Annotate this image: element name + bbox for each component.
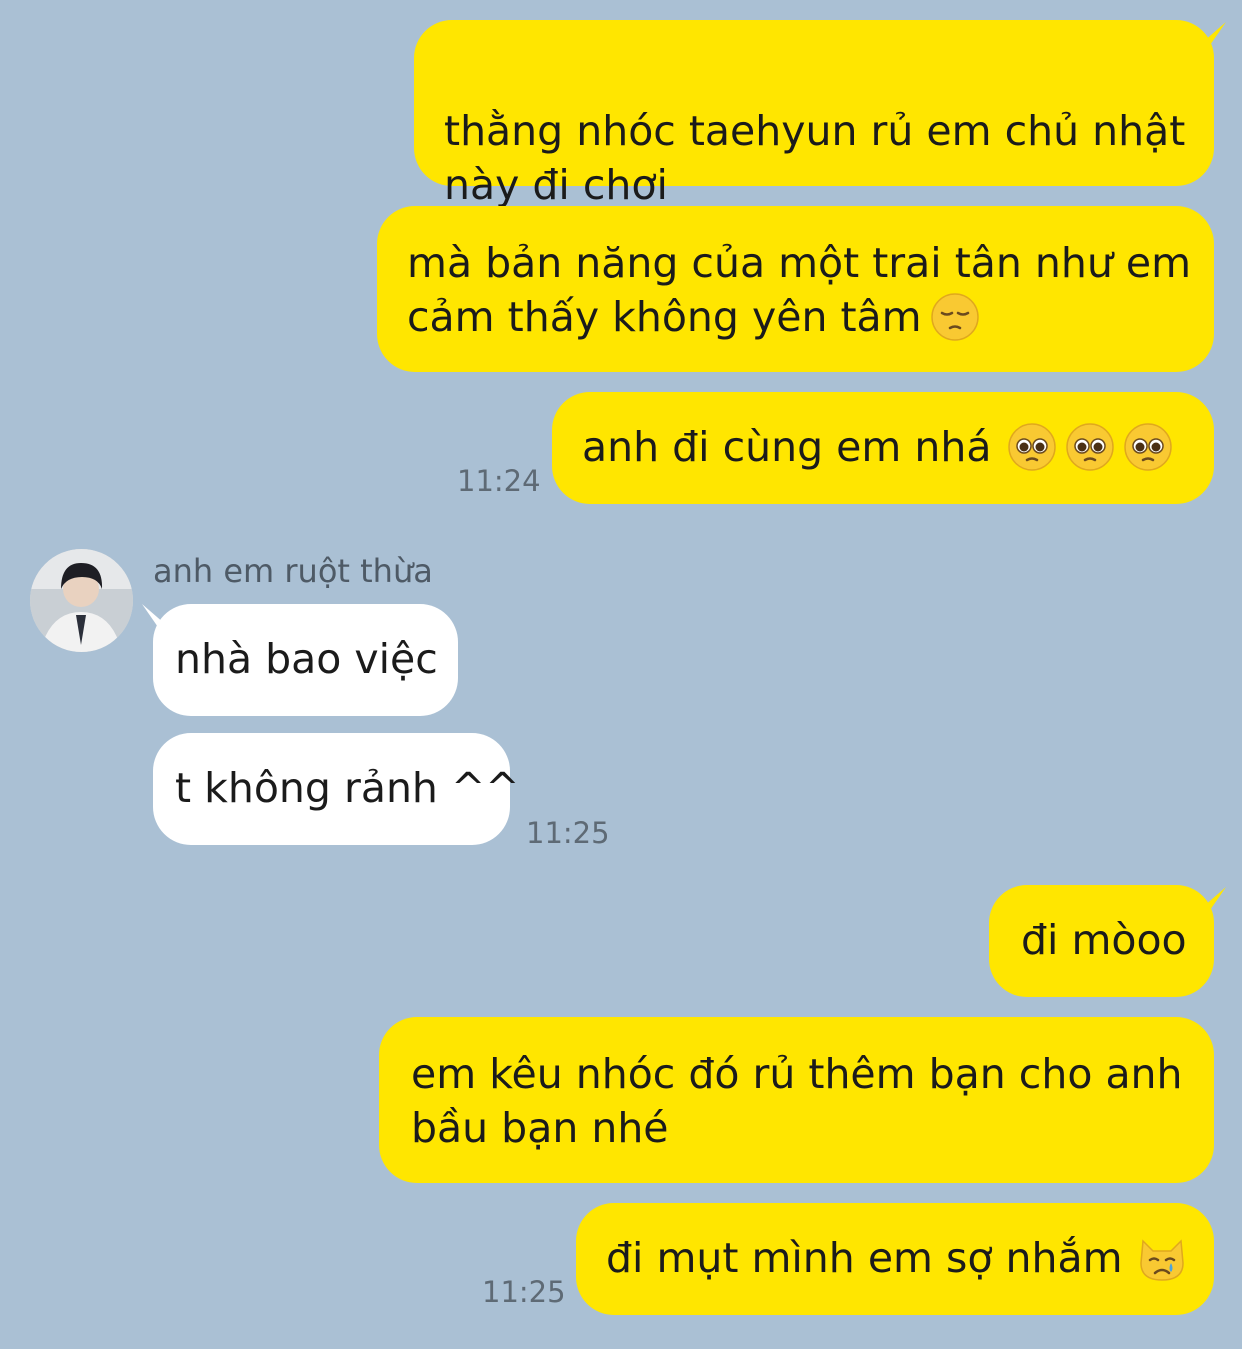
pleading-face-emoji-icon <box>1008 423 1057 471</box>
message-bubble-outgoing[interactable]: đi mụt mình em sợ nhắm <box>576 1203 1214 1315</box>
message-bubble-outgoing[interactable]: thằng nhóc taehyun rủ em chủ nhật này đi… <box>414 20 1214 209</box>
message-timestamp: 11:25 <box>482 1275 566 1309</box>
pleading-face-emoji-icon <box>1124 423 1173 471</box>
message-text: nhà bao việc <box>175 635 438 683</box>
pleading-face-emoji-icon <box>1066 423 1115 471</box>
message-text: đi mòoo <box>1021 916 1187 964</box>
message-text-line: cảm thấy không yên tâm <box>407 293 922 341</box>
sender-name: anh em ruột thừa <box>153 552 433 590</box>
message-text: thằng nhóc taehyun rủ em chủ nhật này đi… <box>444 107 1186 209</box>
avatar-photo <box>30 549 133 652</box>
message-bubble-outgoing[interactable]: mà bản năng của một trai tân như em cảm … <box>377 206 1214 372</box>
message-text: đi mụt mình em sợ nhắm <box>606 1234 1123 1282</box>
sender-avatar[interactable] <box>30 549 133 652</box>
message-bubble-outgoing[interactable]: em kêu nhóc đó rủ thêm bạn cho anh bầu b… <box>379 1017 1214 1183</box>
message-bubble-incoming[interactable]: t không rảnh ^^ <box>153 733 520 845</box>
message-timestamp: 11:25 <box>526 816 610 850</box>
message-text: anh đi cùng em nhá <box>582 423 992 471</box>
message-bubble-incoming[interactable]: nhà bao việc <box>153 604 458 716</box>
pensive-face-emoji-icon <box>930 293 979 341</box>
message-bubble-outgoing[interactable]: anh đi cùng em nhá <box>552 392 1214 504</box>
message-bubble-outgoing[interactable]: đi mòoo <box>989 885 1214 997</box>
message-text-line: bầu bạn nhé <box>411 1104 669 1152</box>
message-timestamp: 11:24 <box>457 464 541 498</box>
message-text-line: em kêu nhóc đó rủ thêm bạn cho anh <box>411 1050 1183 1098</box>
message-text-line: mà bản năng của một trai tân như em <box>407 239 1192 287</box>
message-text: t không rảnh ^^ <box>175 764 520 812</box>
crying-cat-emoji-icon <box>1139 1239 1184 1281</box>
